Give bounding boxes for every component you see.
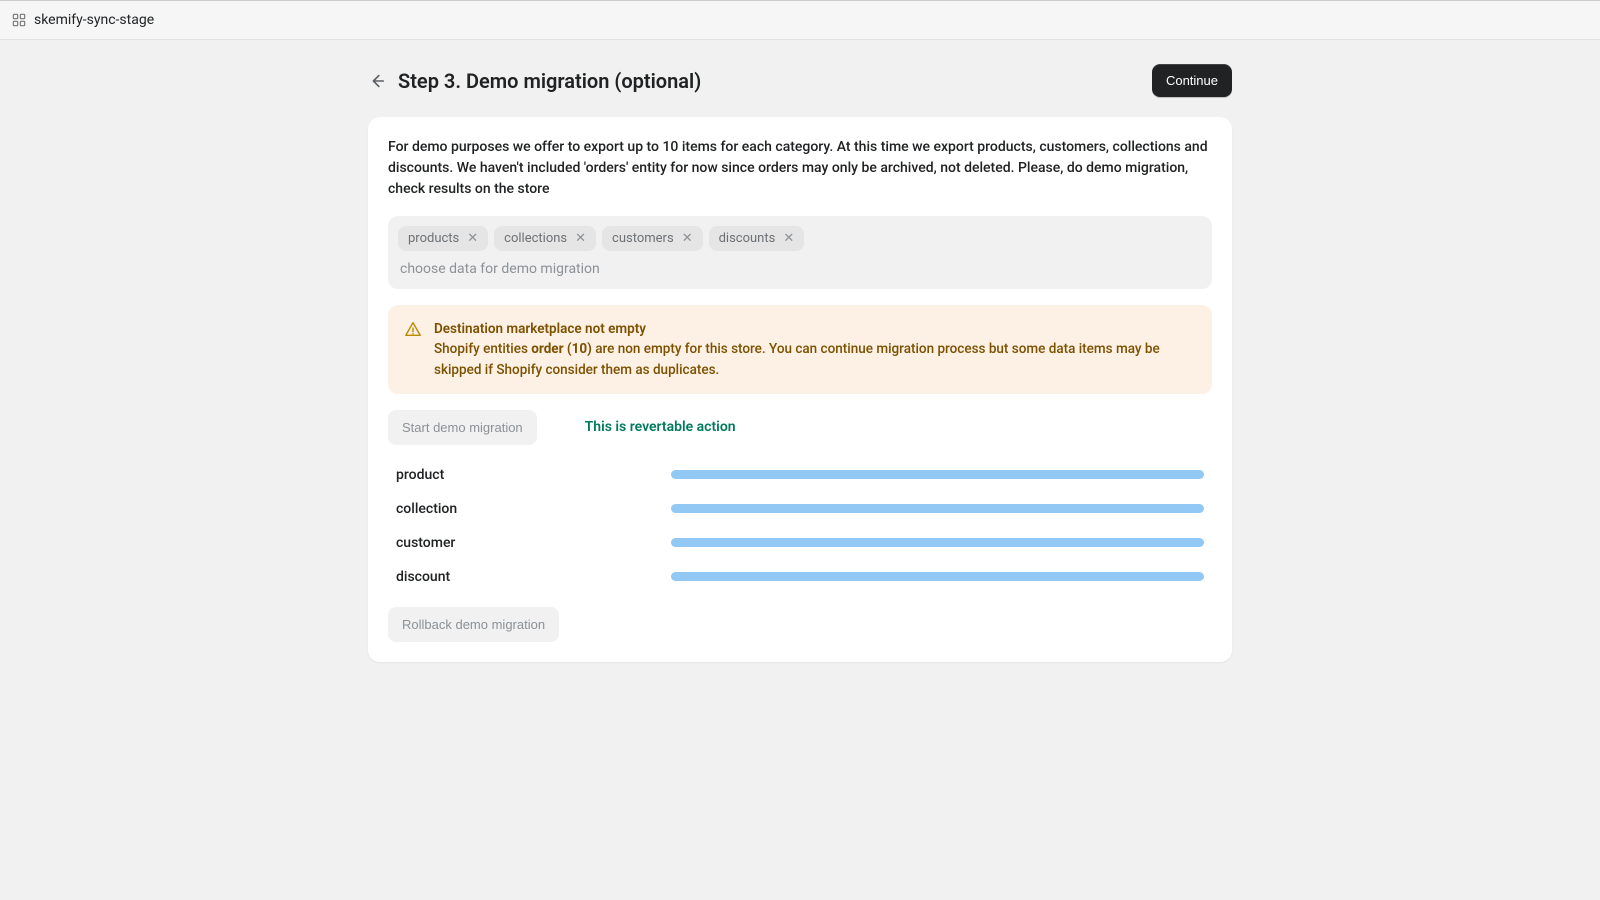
progress-bar [671,504,1204,513]
progress-row-collection: collection [396,501,1204,517]
start-demo-migration-button[interactable]: Start demo migration [388,410,537,445]
progress-bar-wrap [671,504,1204,513]
top-bar: skemify-sync-stage [0,0,1600,40]
progress-bar [671,470,1204,479]
warning-banner: Destination marketplace not empty Shopif… [388,305,1212,394]
progress-bar [671,572,1204,581]
tag-label: discounts [719,231,776,246]
continue-button[interactable]: Continue [1152,64,1232,97]
progress-row-product: product [396,467,1204,483]
progress-label: customer [396,535,671,551]
intro-text: For demo purposes we offer to export up … [388,137,1212,200]
tag-customers: customers ✕ [602,226,703,251]
progress-bar [671,538,1204,547]
tag-products: products ✕ [398,226,488,251]
warning-body: Shopify entities order (10) are non empt… [434,339,1196,380]
arrow-left-icon [368,72,386,90]
progress-bar-wrap [671,572,1204,581]
close-icon[interactable]: ✕ [682,232,693,245]
tag-label: customers [612,231,674,246]
warning-icon [404,320,422,380]
tag-label: collections [504,231,567,246]
progress-row-discount: discount [396,569,1204,585]
app-icon [12,13,26,27]
action-row: Start demo migration This is revertable … [388,410,1212,445]
progress-label: discount [396,569,671,585]
warning-content: Destination marketplace not empty Shopif… [434,319,1196,380]
page-header: Step 3. Demo migration (optional) Contin… [368,64,1232,97]
tag-selector[interactable]: products ✕ collections ✕ customers ✕ dis… [388,216,1212,289]
tag-label: products [408,231,459,246]
progress-bar-wrap [671,470,1204,479]
rollback-row: Rollback demo migration [388,607,1212,642]
page-title: Step 3. Demo migration (optional) [398,69,701,93]
tag-input-placeholder[interactable]: choose data for demo migration [398,259,1202,279]
rollback-demo-migration-button[interactable]: Rollback demo migration [388,607,559,642]
tag-discounts: discounts ✕ [709,226,805,251]
revertable-text: This is revertable action [585,419,736,435]
close-icon[interactable]: ✕ [783,232,794,245]
tag-row: products ✕ collections ✕ customers ✕ dis… [398,226,1202,251]
close-icon[interactable]: ✕ [575,232,586,245]
warning-bold: order (10) [531,341,592,357]
close-icon[interactable]: ✕ [467,232,478,245]
progress-label: collection [396,501,671,517]
progress-list: product collection customer discount [388,467,1212,585]
progress-row-customer: customer [396,535,1204,551]
tag-collections: collections ✕ [494,226,596,251]
page-wrapper: Step 3. Demo migration (optional) Contin… [368,40,1232,686]
top-bar-title: skemify-sync-stage [34,12,154,28]
back-button[interactable] [368,72,386,90]
progress-bar-wrap [671,538,1204,547]
warning-prefix: Shopify entities [434,341,531,357]
progress-label: product [396,467,671,483]
page-header-left: Step 3. Demo migration (optional) [368,69,701,93]
warning-title: Destination marketplace not empty [434,319,1196,339]
main-card: For demo purposes we offer to export up … [368,117,1232,662]
